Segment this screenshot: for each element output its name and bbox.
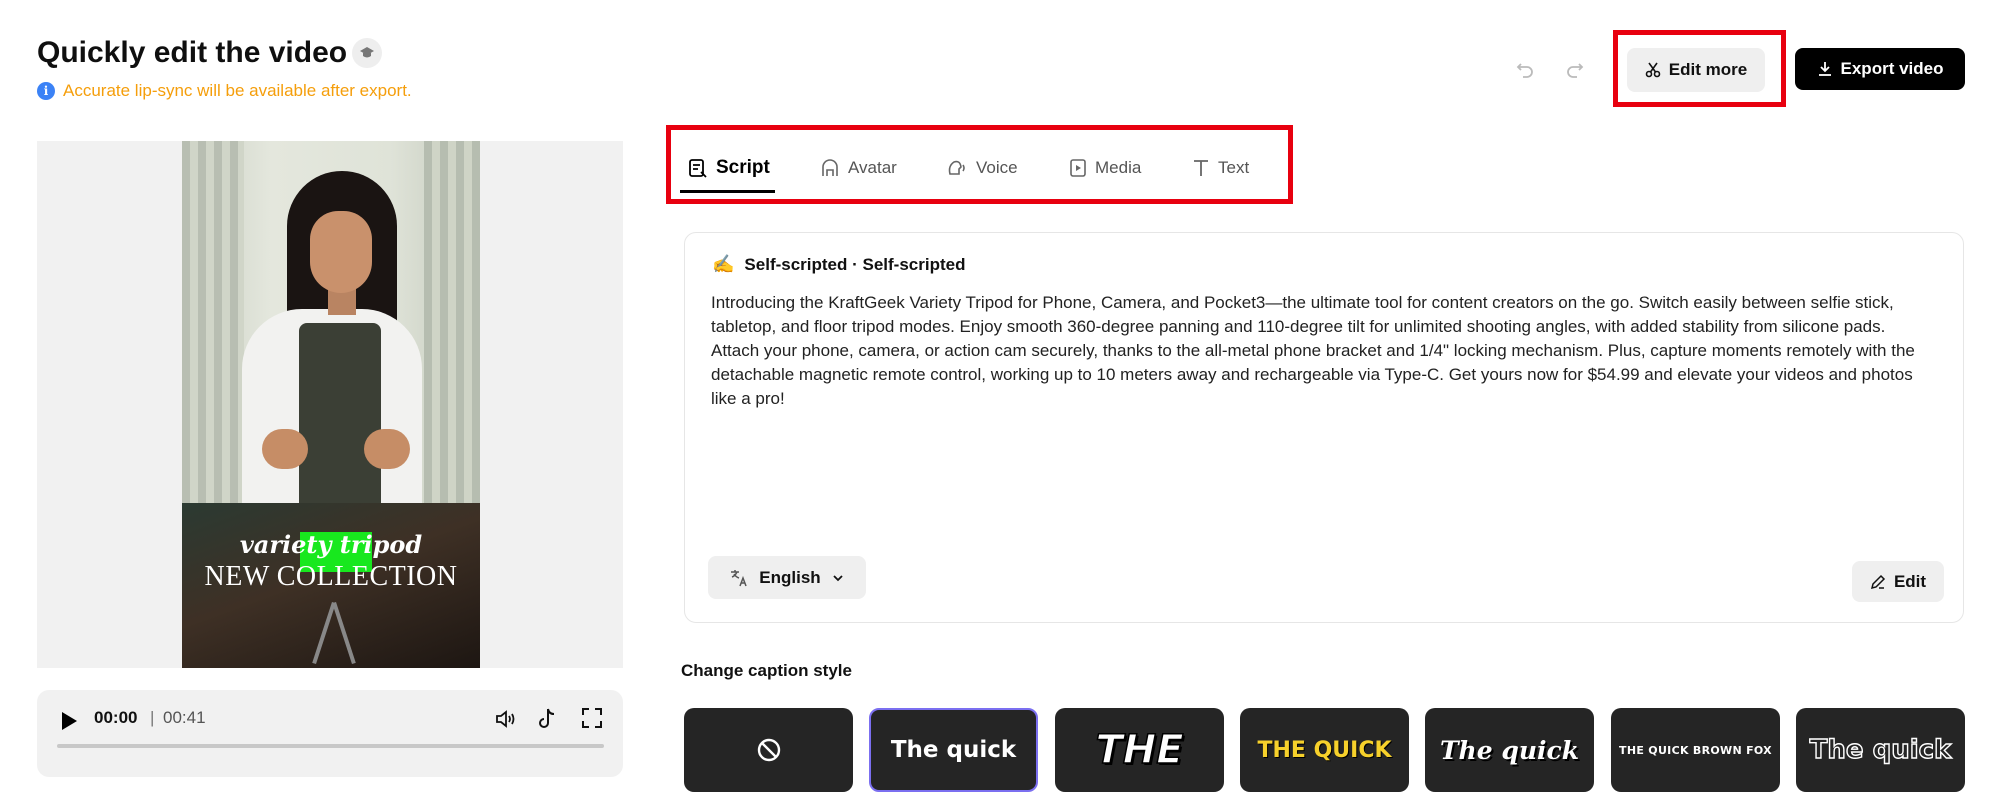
time-separator: | [150,708,155,727]
caption-style-outline[interactable]: The quick [1796,708,1965,792]
edit-more-button[interactable]: Edit more [1627,48,1765,92]
video-caption-line-1: variety tripod [239,530,423,559]
edit-label: Edit [1893,571,1927,591]
info-icon: i [37,82,55,100]
avatar-icon [822,159,838,176]
presenter-scene [182,141,480,509]
caption-style-label: THE QUICK BROWN FOX [1619,743,1772,757]
volume-button[interactable] [494,707,518,736]
script-header-text: Self-scripted · Self-scripted [744,254,966,274]
active-tab-underline [680,190,775,193]
language-label: English [759,567,821,587]
download-icon [1818,62,1831,76]
tiktok-preview-button[interactable] [536,707,558,736]
page-title: Quickly edit the video [37,36,348,69]
tab-script[interactable]: Script [688,155,770,181]
playback-progress-bar[interactable] [57,744,604,748]
tab-voice[interactable]: Voice [946,155,1018,181]
play-icon [62,712,77,730]
current-time: 00:00 [94,708,138,727]
chevron-down-icon [833,574,843,581]
export-video-button[interactable]: Export video [1795,48,1965,90]
total-time: 00:41 [163,708,206,727]
caption-style-label: THE QUICK [1257,737,1392,763]
video-caption-line-2: NEW COLLECTION [204,561,458,592]
no-caption-icon [757,738,780,762]
text-icon [1194,160,1208,176]
caption-style-none[interactable] [684,708,853,792]
media-icon [1070,159,1086,177]
pencil-icon [1870,574,1885,589]
edit-more-label: Edit more [1668,60,1748,79]
translate-icon [731,569,747,586]
notice-text: Accurate lip-sync will be available afte… [63,81,412,100]
undo-icon [1516,63,1533,78]
lip-sync-notice: i Accurate lip-sync will be available af… [37,81,412,101]
undo-button[interactable] [1511,55,1539,83]
caption-style-italic-outline[interactable]: THE [1055,708,1224,792]
scissors-icon [1645,62,1661,78]
script-header: ✍ Self-scripted · Self-scripted [712,254,965,275]
tab-avatar[interactable]: Avatar [820,155,897,181]
tab-label: Voice [976,158,1018,177]
caption-style-label: The quick [890,737,1017,763]
tiktok-icon [539,708,555,728]
caption-style-yellow[interactable]: THE QUICK [1240,708,1409,792]
caption-style-label: THE [1095,726,1185,774]
tab-media[interactable]: Media [1069,155,1141,181]
caption-style-title: Change caption style [681,661,852,680]
edit-script-button[interactable]: Edit [1852,561,1944,602]
language-select[interactable]: English [708,556,866,599]
caption-style-label: The quick [1809,734,1952,765]
redo-button[interactable] [1561,55,1589,83]
presenter-face [310,211,372,293]
tab-label: Media [1095,158,1142,177]
caption-style-script[interactable]: The quick [1425,708,1594,792]
redo-icon [1567,63,1584,78]
fullscreen-icon [582,708,602,728]
writing-hand-icon: ✍ [712,254,735,274]
caption-style-small-caps[interactable]: THE QUICK BROWN FOX [1611,708,1780,792]
volume-icon [496,710,515,728]
fullscreen-button[interactable] [581,707,603,734]
play-button[interactable] [60,710,80,732]
tab-text[interactable]: Text [1192,155,1249,181]
caption-style-label: The quick [1439,735,1580,765]
export-video-label: Export video [1840,59,1944,78]
tab-label: Avatar [848,158,897,177]
graduation-cap-icon[interactable] [352,38,382,68]
tab-label: Script [716,157,770,178]
caption-style-bold[interactable]: The quick [869,708,1038,792]
script-text[interactable]: Introducing the KraftGeek Variety Tripod… [711,291,1933,411]
tab-label: Text [1218,158,1250,177]
script-icon [689,159,707,178]
video-frame[interactable]: variety tripod NEW COLLECTION [182,141,480,668]
voice-icon [948,160,965,175]
